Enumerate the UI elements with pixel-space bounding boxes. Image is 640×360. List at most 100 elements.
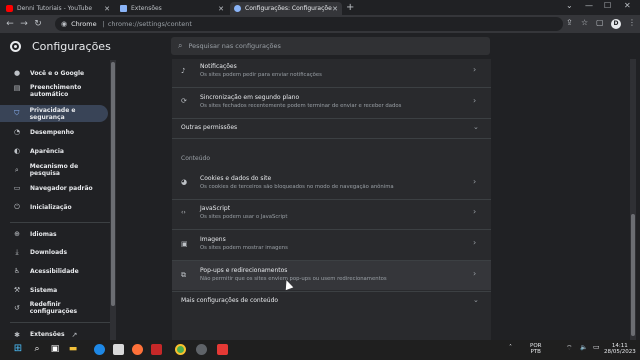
row-subtitle: Os cookies de terceiros são bloqueados n… bbox=[200, 184, 394, 190]
more-content-settings-toggle[interactable]: Mais configurações de conteúdo ⌄ bbox=[172, 292, 491, 310]
chrome-profile-taskbar-icon[interactable] bbox=[196, 344, 207, 355]
sidebar-item-search-engine[interactable]: ⌕ Mecanismo de pesquisa bbox=[0, 163, 108, 177]
address-bar[interactable]: ◉ Chrome | chrome://settings/content bbox=[55, 17, 563, 31]
sidebar-item-label: Acessibilidade bbox=[30, 267, 79, 275]
setting-row-cookies[interactable]: ◕ Cookies e dados do site Os cookies de … bbox=[172, 168, 491, 198]
sidebar-item-default-browser[interactable]: ▭ Navegador padrão bbox=[0, 182, 108, 194]
sync-icon: ⟳ bbox=[181, 97, 187, 105]
scrollbar-thumb[interactable] bbox=[631, 214, 635, 336]
volume-icon[interactable]: 🔈 bbox=[580, 345, 587, 351]
address-chip: Chrome bbox=[71, 20, 97, 28]
minimize-button[interactable]: — bbox=[585, 1, 593, 10]
content-card: ♪ Notificações Os sites podem pedir para… bbox=[172, 59, 491, 340]
toolbar: ← → ↻ ◉ Chrome | chrome://settings/conte… bbox=[0, 15, 640, 33]
sidebar-item-label: Idiomas bbox=[30, 230, 57, 238]
menu-icon[interactable]: ⋮ bbox=[628, 18, 636, 27]
back-button[interactable]: ← bbox=[3, 19, 17, 29]
sidebar-scrollbar[interactable] bbox=[110, 60, 116, 340]
profile-avatar[interactable]: D bbox=[611, 19, 621, 29]
document-icon: ▤ bbox=[13, 84, 21, 92]
youtube-icon bbox=[6, 5, 13, 12]
chrome-taskbar-icon[interactable] bbox=[175, 344, 186, 355]
sidebar-item-performance[interactable]: ◔ Desempenho bbox=[0, 126, 108, 138]
sidebar-item-startup[interactable]: ⏻ Inicialização bbox=[0, 201, 108, 213]
row-subtitle: Os sites podem mostrar imagens bbox=[200, 245, 288, 251]
sidebar-item-appearance[interactable]: ◐ Aparência bbox=[0, 145, 108, 157]
sidebar-item-label: Redefinir configurações bbox=[29, 301, 78, 315]
sidebar-item-autofill[interactable]: ▤ Preenchimento automático bbox=[0, 84, 108, 102]
search-placeholder: Pesquisar nas configurações bbox=[188, 42, 281, 50]
clock[interactable]: 14:11 28/05/2023 bbox=[604, 343, 636, 355]
firefox-icon[interactable] bbox=[132, 344, 143, 355]
sidebar-item-privacy-security[interactable]: ⛉ Privacidade e segurança bbox=[0, 105, 108, 122]
edge-icon[interactable] bbox=[94, 344, 105, 355]
calendar-app-icon[interactable] bbox=[113, 344, 124, 355]
search-icon: ⌕ bbox=[14, 165, 19, 174]
file-explorer-icon[interactable]: ▬ bbox=[67, 343, 79, 355]
sidebar-item-you-and-google[interactable]: ● Você e o Google bbox=[0, 67, 108, 79]
windows-start-icon[interactable]: ⊞ bbox=[12, 343, 24, 355]
side-panel-icon[interactable]: ▢ bbox=[596, 18, 604, 27]
tab-extensions[interactable]: Extensões ✕ bbox=[116, 2, 228, 15]
reset-icon: ↺ bbox=[13, 304, 20, 312]
scrollbar-thumb[interactable] bbox=[111, 62, 115, 306]
close-icon[interactable]: ✕ bbox=[218, 5, 224, 13]
sidebar-item-label: Navegador padrão bbox=[30, 184, 93, 192]
reload-button[interactable]: ↻ bbox=[31, 19, 45, 29]
task-view-icon[interactable]: ▣ bbox=[49, 343, 61, 355]
person-icon: ● bbox=[13, 69, 21, 77]
search-icon[interactable]: ⌕ bbox=[31, 343, 43, 355]
chevron-right-icon: › bbox=[473, 65, 477, 74]
bookmark-star-icon[interactable]: ☆ bbox=[581, 18, 588, 27]
setting-row-popups-redirects[interactable]: ⧉ Pop-ups e redirecionamentos Não permit… bbox=[172, 261, 491, 290]
puzzle-icon bbox=[120, 5, 127, 12]
chrome-icon: ◉ bbox=[61, 20, 68, 28]
app-icon[interactable] bbox=[151, 344, 162, 355]
chevron-down-icon: ⌄ bbox=[473, 123, 479, 131]
tab-label: Configurações: Configurações d bbox=[245, 5, 333, 12]
sidebar-item-languages[interactable]: ⊕ Idiomas bbox=[0, 228, 108, 240]
close-window-button[interactable]: ✕ bbox=[624, 1, 631, 10]
new-tab-button[interactable]: + bbox=[346, 2, 354, 13]
sidebar-item-label: Inicialização bbox=[30, 203, 72, 211]
setting-row-notifications[interactable]: ♪ Notificações Os sites podem pedir para… bbox=[172, 59, 491, 85]
more-content-settings-label: Mais configurações de conteúdo bbox=[181, 297, 279, 304]
settings-header: Configurações ⌕ Pesquisar nas configuraç… bbox=[0, 33, 640, 59]
close-icon[interactable]: ✕ bbox=[332, 5, 338, 13]
gauge-icon: ◔ bbox=[13, 128, 21, 136]
sidebar-item-label: Privacidade e segurança bbox=[29, 106, 76, 121]
row-divider bbox=[172, 138, 491, 139]
wifi-icon[interactable]: ⌔ bbox=[566, 345, 573, 352]
wrench-icon: ⚒ bbox=[13, 286, 21, 294]
setting-row-background-sync[interactable]: ⟳ Sincronização em segundo plano Os site… bbox=[172, 89, 491, 117]
settings-search-input[interactable]: ⌕ Pesquisar nas configurações bbox=[171, 37, 490, 55]
tab-search-icon[interactable]: ⌄ bbox=[566, 1, 573, 10]
setting-row-javascript[interactable]: ‹› JavaScript Os sites podem usar o Java… bbox=[172, 200, 491, 228]
chevron-down-icon: ⌄ bbox=[473, 296, 479, 304]
row-title: Imagens bbox=[200, 236, 226, 243]
clock-date: 28/05/2023 bbox=[604, 349, 636, 355]
tab-settings[interactable]: Configurações: Configurações d ✕ bbox=[230, 2, 342, 15]
sidebar-item-downloads[interactable]: ⤓ Downloads bbox=[0, 246, 108, 258]
share-icon[interactable]: ⇪ bbox=[566, 18, 573, 27]
tab-youtube[interactable]: Denni Tutoriais - YouTube ✕ bbox=[2, 2, 114, 15]
sidebar-item-reset-settings[interactable]: ↺ Redefinir configurações bbox=[0, 301, 108, 315]
battery-icon[interactable]: ▭ bbox=[593, 344, 600, 351]
chevron-up-icon[interactable]: ˄ bbox=[509, 345, 512, 351]
maximize-button[interactable]: ☐ bbox=[604, 1, 611, 10]
app-red-icon[interactable] bbox=[217, 344, 228, 355]
sidebar-item-system[interactable]: ⚒ Sistema bbox=[0, 284, 108, 296]
sidebar-item-extensions[interactable]: ✱ Extensões ↗ bbox=[0, 329, 108, 340]
row-subtitle: Os sites podem usar o JavaScript bbox=[200, 214, 288, 220]
language-indicator[interactable]: POR PTB bbox=[530, 343, 541, 355]
close-icon[interactable]: ✕ bbox=[104, 5, 110, 13]
setting-row-images[interactable]: ▣ Imagens Os sites podem mostrar imagens… bbox=[172, 230, 491, 259]
more-permissions-toggle[interactable]: Outras permissões ⌄ bbox=[172, 119, 491, 137]
main-scrollbar[interactable] bbox=[630, 59, 636, 340]
image-icon: ▣ bbox=[181, 240, 188, 248]
sidebar-item-accessibility[interactable]: ♿ Acessibilidade bbox=[0, 265, 108, 277]
forward-button[interactable]: → bbox=[17, 19, 31, 29]
row-title: JavaScript bbox=[200, 205, 231, 212]
external-link-icon: ↗ bbox=[71, 330, 78, 339]
puzzle-icon: ✱ bbox=[14, 330, 20, 339]
